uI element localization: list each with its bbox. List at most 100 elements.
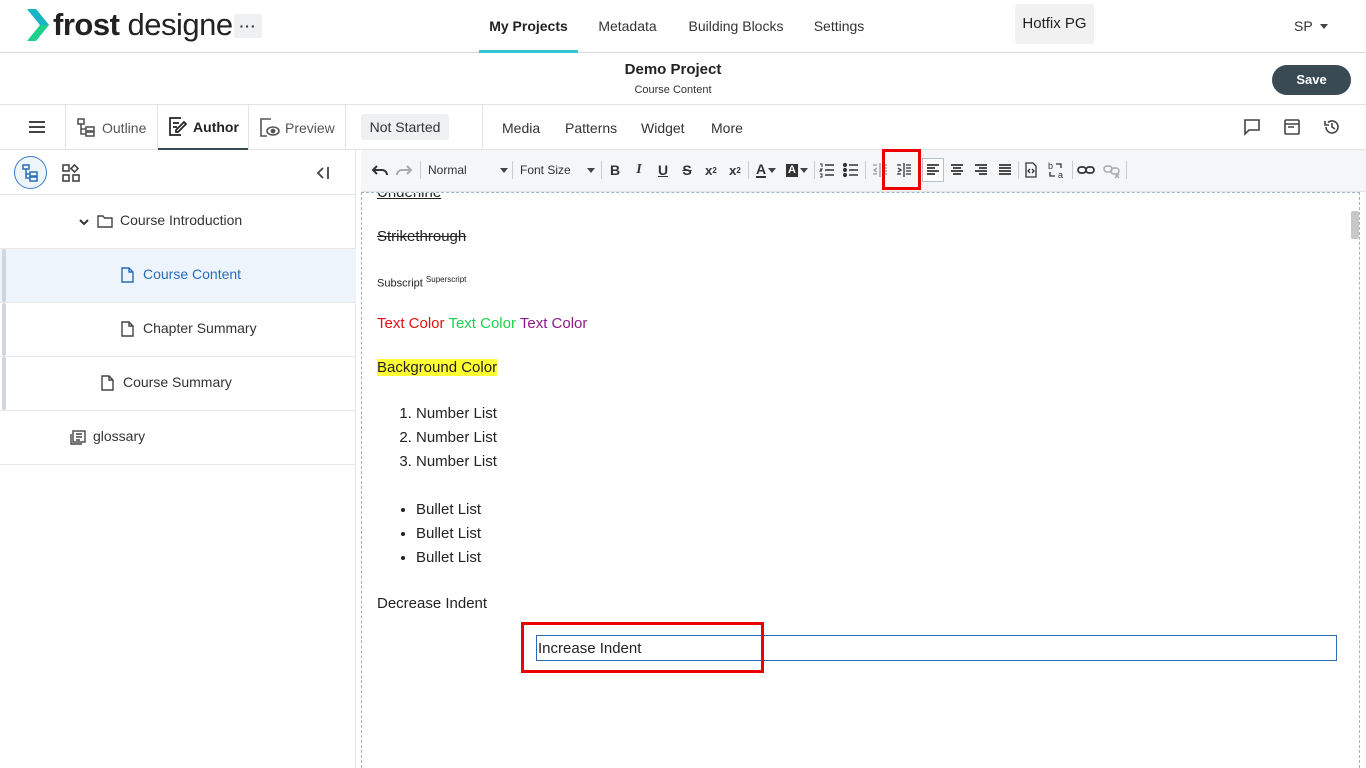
align-center-icon[interactable] [949, 160, 965, 180]
panel-icon[interactable] [1283, 118, 1301, 136]
bullet-list-icon[interactable] [843, 160, 859, 180]
tree-item-course-summary[interactable]: Course Summary [0, 357, 356, 411]
nav-settings[interactable]: Settings [806, 0, 872, 53]
tab-media[interactable]: Media [502, 105, 540, 150]
user-initials: SP [1294, 18, 1313, 34]
divider [420, 161, 421, 179]
align-justify-icon[interactable] [997, 160, 1013, 180]
logo-text-bold: frost [53, 7, 120, 42]
blocks-view-icon[interactable] [61, 163, 81, 183]
list-item: Number List [416, 402, 497, 426]
divider [748, 161, 749, 179]
caret-down-icon [1319, 23, 1328, 29]
redo-icon[interactable] [395, 160, 413, 180]
bullet-list: Bullet List Bullet List Bullet List [416, 498, 481, 570]
svg-text:a: a [1058, 170, 1063, 180]
align-left-icon [927, 164, 939, 175]
tree-view-icon [22, 164, 38, 182]
content-editor[interactable]: Underline Strikethrough Subscript Supers… [361, 192, 1360, 768]
tab-widget[interactable]: Widget [641, 105, 685, 150]
italic-icon[interactable]: I [631, 160, 647, 180]
tree-item-label: Course Summary [123, 374, 232, 390]
collapse-sidebar-icon[interactable] [314, 165, 330, 181]
top-navigation-bar: frost designer ··· My Projects Metadata … [0, 0, 1366, 53]
background-color-icon[interactable]: A [784, 160, 810, 180]
divider [865, 161, 866, 179]
tree-view-button[interactable] [14, 156, 47, 189]
numbered-list: Number List Number List Number List [416, 402, 497, 474]
list-item: Bullet List [416, 522, 481, 546]
chevron-down-icon[interactable] [78, 216, 90, 228]
subscript-text: Subscript [377, 277, 423, 290]
unlink-icon[interactable] [1103, 160, 1121, 180]
numbered-list-icon[interactable] [819, 160, 835, 180]
tab-outline-label: Outline [102, 119, 147, 136]
font-size-select[interactable]: Font Size [520, 160, 595, 180]
author-icon [169, 117, 188, 136]
tree-indent-bar [2, 303, 6, 356]
frost-designer-logo[interactable]: frost designer [27, 7, 243, 42]
project-subtitle: Course Content [634, 84, 712, 96]
link-icon[interactable] [1077, 160, 1095, 180]
tab-outline[interactable]: Outline [76, 105, 156, 150]
tab-preview-label: Preview [285, 119, 335, 136]
text-color-line: Text Color Text Color Text Color [377, 315, 587, 332]
strikethrough-text: Strikethrough [377, 228, 467, 245]
divider [814, 161, 815, 179]
text-color-purple: Text Color [519, 315, 588, 332]
file-icon [121, 267, 134, 283]
more-apps-button[interactable]: ··· [234, 14, 262, 38]
save-button[interactable]: Save [1272, 65, 1351, 95]
align-right-icon[interactable] [973, 160, 989, 180]
divider [1126, 161, 1127, 179]
history-icon[interactable] [1323, 118, 1341, 136]
divider [482, 105, 483, 150]
tree-item-label: Chapter Summary [143, 320, 257, 336]
outline-icon [77, 118, 95, 137]
tab-preview[interactable]: Preview [258, 105, 344, 150]
find-replace-icon[interactable]: ba [1047, 160, 1067, 180]
editor-scrollbar[interactable] [1351, 211, 1359, 239]
format-select-value: Normal [428, 163, 467, 177]
tab-more[interactable]: More [711, 105, 743, 150]
tree-item-course-content[interactable]: Course Content [0, 249, 356, 303]
superscript-icon[interactable]: x2 [726, 160, 744, 180]
file-icon [101, 375, 114, 391]
background-color-text: Background Color [377, 359, 498, 376]
superscript-text: Superscript [425, 275, 467, 284]
tree-indent-bar [2, 249, 6, 302]
divider [601, 161, 602, 179]
underline-icon[interactable]: U [655, 160, 671, 180]
tree-item-chapter-summary[interactable]: Chapter Summary [0, 303, 356, 357]
preview-icon [260, 118, 280, 137]
tab-patterns[interactable]: Patterns [565, 105, 617, 150]
text-color-icon[interactable]: A [753, 160, 779, 180]
tab-author[interactable]: Author [158, 105, 248, 150]
tree-indent-bar [2, 357, 6, 410]
hamburger-menu-icon[interactable] [28, 119, 46, 135]
rich-text-toolbar: Normal Font Size B I U S x2 x2 A A ba [361, 150, 1366, 192]
divider [345, 105, 346, 150]
tenant-selector[interactable]: Hotfix PG [1015, 4, 1094, 44]
comment-icon[interactable] [1243, 118, 1261, 136]
source-code-icon[interactable] [1023, 160, 1039, 180]
format-select[interactable]: Normal [428, 160, 508, 180]
subscript-line: Subscript Superscript [377, 275, 466, 290]
nav-metadata[interactable]: Metadata [590, 0, 665, 53]
subscript-icon[interactable]: x2 [702, 160, 720, 180]
user-menu[interactable]: SP [1294, 18, 1328, 34]
list-item: Number List [416, 426, 497, 450]
status-badge[interactable]: Not Started [361, 114, 449, 140]
mode-bar: Outline Author Preview Not Started Media… [0, 105, 1366, 150]
tree-item-course-introduction[interactable]: Course Introduction [0, 195, 356, 249]
nav-my-projects[interactable]: My Projects [479, 0, 578, 53]
nav-building-blocks[interactable]: Building Blocks [680, 0, 792, 53]
bold-icon[interactable]: B [607, 160, 623, 180]
svg-text:b: b [1048, 161, 1053, 171]
undo-icon[interactable] [371, 160, 389, 180]
align-left-button[interactable] [922, 158, 944, 182]
strikethrough-icon[interactable]: S [679, 160, 695, 180]
tree-item-glossary[interactable]: glossary [0, 411, 356, 465]
divider [65, 105, 66, 150]
text-color-red: Text Color [377, 315, 445, 332]
